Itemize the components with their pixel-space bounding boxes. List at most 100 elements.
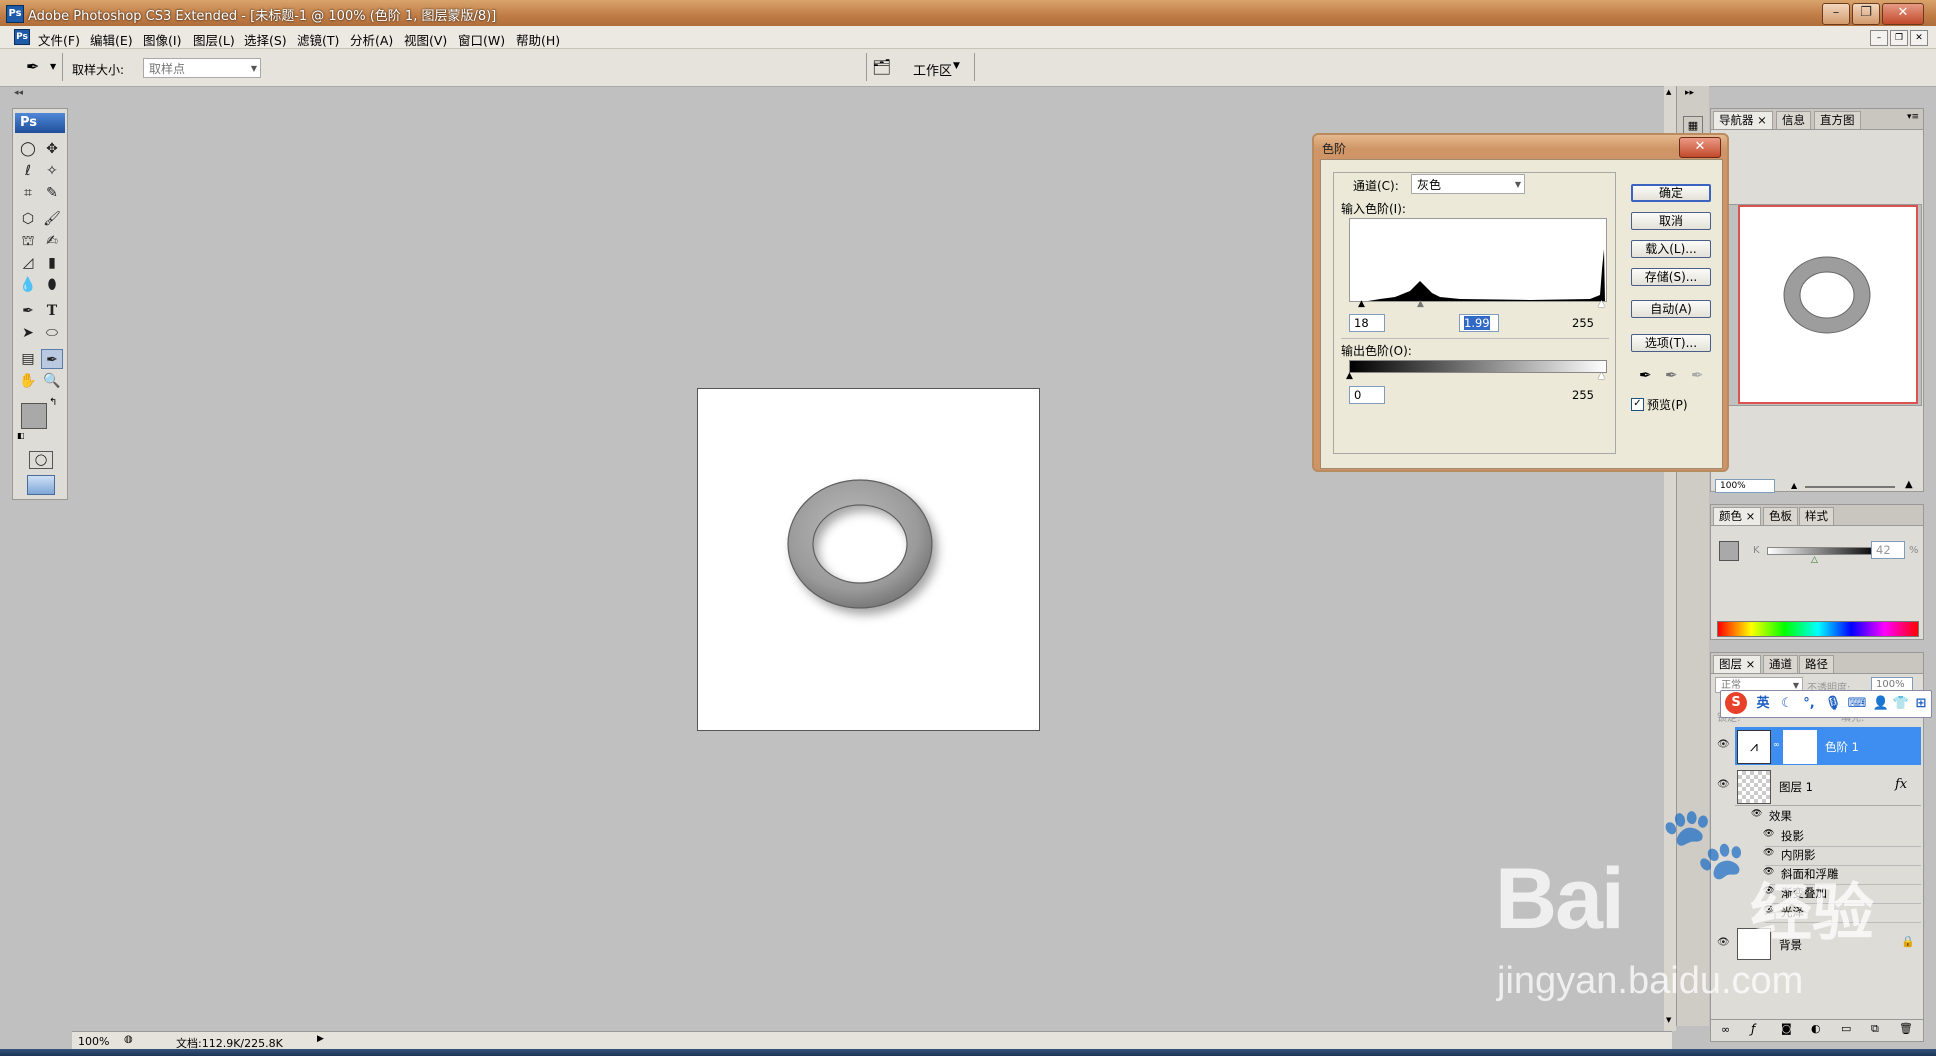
clone-stamp-tool-icon[interactable]: ⛫ [17,231,39,251]
palette-well-icon[interactable]: 🗂 [872,58,891,76]
save-button[interactable]: 存储(S)... [1631,268,1711,286]
keyboard-icon[interactable]: ⌨ [1847,695,1867,713]
tab-swatches[interactable]: 色板 [1763,507,1798,525]
doc-restore-icon[interactable]: ❐ [1890,30,1908,46]
hand-tool-icon[interactable]: ✋ [17,371,39,391]
move-tool-icon[interactable]: ✥ [41,139,63,159]
type-tool-icon[interactable]: T [41,301,63,321]
menu-window[interactable]: 窗口(W) [458,30,505,49]
preview-checkbox[interactable]: ✓ [1631,398,1644,411]
tab-navigator[interactable]: 导航器 × [1713,111,1773,129]
gray-eyedropper-icon[interactable]: ✒ [1665,366,1678,384]
tab-color[interactable]: 颜色 × [1713,507,1762,525]
menu-filter[interactable]: 滤镜(T) [297,30,339,49]
status-menu-icon[interactable]: ◍ [124,1034,133,1045]
gamma-handle-icon[interactable]: ▲ [1417,299,1424,309]
screen-mode-icon[interactable] [27,475,55,495]
delete-layer-icon[interactable]: 🗑 [1899,1022,1913,1035]
pen-tool-icon[interactable]: ✒ [17,301,39,321]
tab-layers[interactable]: 图层 × [1713,655,1762,673]
doc-close-icon[interactable]: ✕ [1910,30,1928,46]
layer-row-layer1[interactable]: 图层 1 fx [1735,767,1921,806]
workspace-menu[interactable]: 工作区 [913,60,952,79]
fx-icon[interactable]: fx [1895,777,1907,792]
eye-icon[interactable]: 👁 [1717,739,1730,750]
lasso-tool-icon[interactable]: ℓ [17,161,39,181]
blur-tool-icon[interactable]: 💧 [17,275,39,295]
auto-button[interactable]: 自动(A) [1631,300,1711,318]
toolbox-grid-icon[interactable]: ⊞ [1911,695,1931,713]
zoom-slider[interactable] [1805,486,1895,488]
navigator-zoom-field[interactable]: 100% [1715,479,1775,493]
output-white-field[interactable]: 255 [1567,386,1605,404]
expand-arrows-icon[interactable]: ▸▸ [1685,88,1694,98]
tool-preset-chevron-down-icon[interactable]: ▼ [50,62,56,71]
tab-channels[interactable]: 通道 [1763,655,1798,673]
eyedropper-tool-icon[interactable]: ✒ [41,349,63,369]
history-brush-tool-icon[interactable]: ✍ [41,231,63,251]
healing-brush-tool-icon[interactable]: ⬡ [17,209,39,229]
menu-layer[interactable]: 图层(L) [193,30,235,49]
magic-wand-tool-icon[interactable]: ✧ [41,161,63,181]
cancel-button[interactable]: 取消 [1631,212,1711,230]
menu-image[interactable]: 图像(I) [143,30,181,49]
k-slider[interactable] [1767,547,1879,555]
zoom-tool-icon[interactable]: 🔍 [41,371,63,391]
tab-paths[interactable]: 路径 [1799,655,1834,673]
options-button[interactable]: 选项(T)... [1631,334,1711,352]
restore-icon[interactable]: ❐ [1852,3,1880,25]
output-black-handle-icon[interactable]: ▲ [1346,371,1353,381]
sogou-logo-icon[interactable]: S [1725,692,1747,714]
dodge-tool-icon[interactable]: ⬮ [41,275,63,295]
moon-icon[interactable]: ☾ [1777,695,1797,713]
output-white-handle-icon[interactable]: ▲ [1598,371,1605,381]
chain-link-icon[interactable]: ∞ [1773,740,1780,749]
white-point-handle-icon[interactable]: ▲ [1598,299,1605,309]
close-icon[interactable]: ✕ [1882,3,1924,25]
dialog-close-icon[interactable]: ✕ [1679,137,1721,158]
document-canvas[interactable] [697,388,1040,731]
navigator-preview[interactable] [1715,204,1922,406]
swap-colors-icon[interactable]: ↰ [49,397,57,408]
channel-select[interactable]: 灰色 ▼ [1411,174,1525,194]
menu-help[interactable]: 帮助(H) [516,30,560,49]
color-ramp[interactable] [1717,621,1919,637]
black-eyedropper-icon[interactable]: ✒ [1639,366,1652,384]
layer-name-layer1[interactable]: 图层 1 [1779,779,1813,795]
workspace-chevron-down-icon[interactable]: ▼ [953,61,960,71]
default-colors-icon[interactable]: ◧ [17,431,25,440]
input-black-field[interactable]: 18 [1349,314,1385,332]
microphone-icon[interactable]: 🎙 [1823,695,1843,713]
k-slider-handle-icon[interactable]: △ [1811,555,1818,565]
eyedropper-tool-icon[interactable]: ✒ [26,57,39,76]
ok-button[interactable]: 确定 [1631,184,1711,202]
output-black-field[interactable]: 0 [1349,386,1385,404]
menu-edit[interactable]: 编辑(E) [90,30,133,49]
k-value-field[interactable]: 42 [1871,541,1905,559]
load-button[interactable]: 载入(L)... [1631,240,1711,258]
brush-tool-icon[interactable]: 🖌 [41,209,63,229]
navigator-view-box[interactable] [1738,205,1918,404]
zoom-level[interactable]: 100% [78,1035,109,1048]
menu-analysis[interactable]: 分析(A) [350,30,393,49]
zoom-in-icon[interactable]: ▲ [1905,479,1913,490]
path-selection-tool-icon[interactable]: ➤ [17,323,39,343]
skin-icon[interactable]: 👕 [1891,695,1911,713]
doc-minimize-icon[interactable]: – [1870,30,1888,46]
minimize-icon[interactable]: – [1822,3,1850,25]
tab-info[interactable]: 信息 [1776,111,1811,129]
input-gamma-field[interactable]: 1.99 [1459,314,1499,332]
scroll-up-icon[interactable]: ▲ [1666,88,1671,96]
menu-file[interactable]: 文件(F) [38,30,80,49]
user-icon[interactable]: 👤 [1871,695,1891,713]
white-eyedropper-icon[interactable]: ✒ [1691,366,1704,384]
layer-mask-thumbnail[interactable] [1783,730,1817,764]
tab-histogram[interactable]: 直方图 [1814,111,1861,129]
black-point-handle-icon[interactable]: ▲ [1358,299,1365,309]
input-slider-track[interactable]: ▲ ▲ ▲ [1346,299,1608,310]
menu-select[interactable]: 选择(S) [244,30,287,49]
tab-styles[interactable]: 样式 [1799,507,1834,525]
color-foreground-swatch[interactable] [1719,541,1739,561]
sample-size-select[interactable]: 取样点 ▼ [143,58,261,78]
layer-row-levels[interactable]: ⩘ ∞ 色阶 1 [1735,727,1921,765]
